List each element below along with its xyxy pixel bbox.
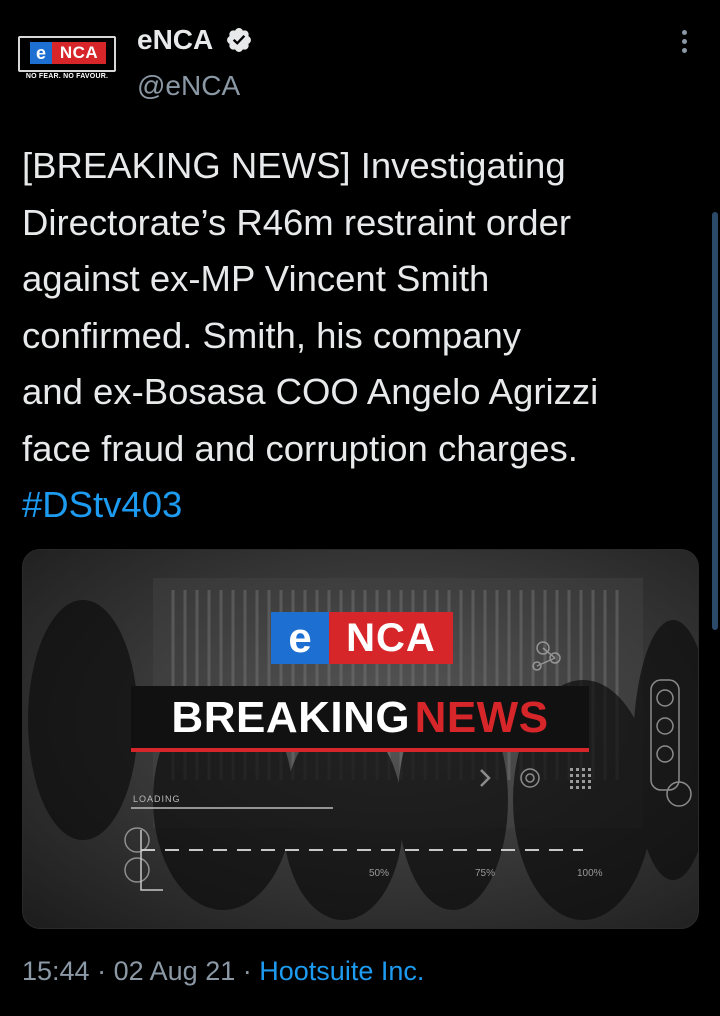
tweet-line: confirmed. Smith, his company xyxy=(22,314,522,356)
more-options-icon[interactable] xyxy=(670,26,698,58)
tweet-header: e NCA NO FEAR. NO FAVOUR. eNCA @eNCA xyxy=(0,0,720,120)
percent-label: 75% xyxy=(475,868,496,879)
tweet-line: and ex-Bosasa COO Angelo Agrizzi xyxy=(22,371,599,412)
tweet-source-link[interactable]: Hootsuite Inc. xyxy=(259,956,424,986)
tweet-meta: 15:44 · 02 Aug 21 · Hootsuite Inc. xyxy=(22,956,424,987)
tweet-date: 02 Aug 21 xyxy=(113,956,236,986)
hashtag-link[interactable]: #DStv403 xyxy=(22,477,712,534)
tweet-line: Directorate’s R46m restraint order xyxy=(22,201,572,243)
loading-label: LOADING xyxy=(133,794,181,804)
tweet-line: against ex-MP Vincent Smith xyxy=(22,258,490,299)
display-name[interactable]: eNCA xyxy=(137,24,213,56)
tweet-media-image[interactable]: e NCA BREAKING NEWS LOADING 50% 75% 100% xyxy=(22,549,699,929)
media-logo-e: e xyxy=(271,612,329,664)
media-enca-logo: e NCA xyxy=(271,612,453,664)
scrollbar[interactable] xyxy=(712,212,718,630)
breaking-word: BREAKING xyxy=(171,693,411,742)
tweet-time: 15:44 xyxy=(22,956,90,986)
verified-badge-icon xyxy=(227,28,251,52)
percent-label: 100% xyxy=(577,868,603,879)
avatar-tagline: NO FEAR. NO FAVOUR. xyxy=(25,73,109,80)
news-word: NEWS xyxy=(414,693,549,742)
tweet-line: [BREAKING NEWS] Investigating xyxy=(22,145,566,186)
tweet-text: [BREAKING NEWS] Investigating Directorat… xyxy=(22,138,712,534)
breaking-news-banner: BREAKING NEWS xyxy=(131,686,589,752)
meta-separator: · xyxy=(242,956,252,986)
avatar[interactable]: e NCA NO FEAR. NO FAVOUR. xyxy=(18,36,116,80)
meta-separator: · xyxy=(97,956,107,986)
avatar-logo-e: e xyxy=(30,42,52,64)
tweet-line: face fraud and corruption charges. xyxy=(22,427,578,469)
avatar-logo: e NCA xyxy=(30,42,106,64)
percent-label: 50% xyxy=(369,868,390,879)
avatar-logo-nca: NCA xyxy=(52,42,106,64)
account-handle[interactable]: @eNCA xyxy=(137,70,240,102)
media-logo-nca: NCA xyxy=(329,612,453,664)
